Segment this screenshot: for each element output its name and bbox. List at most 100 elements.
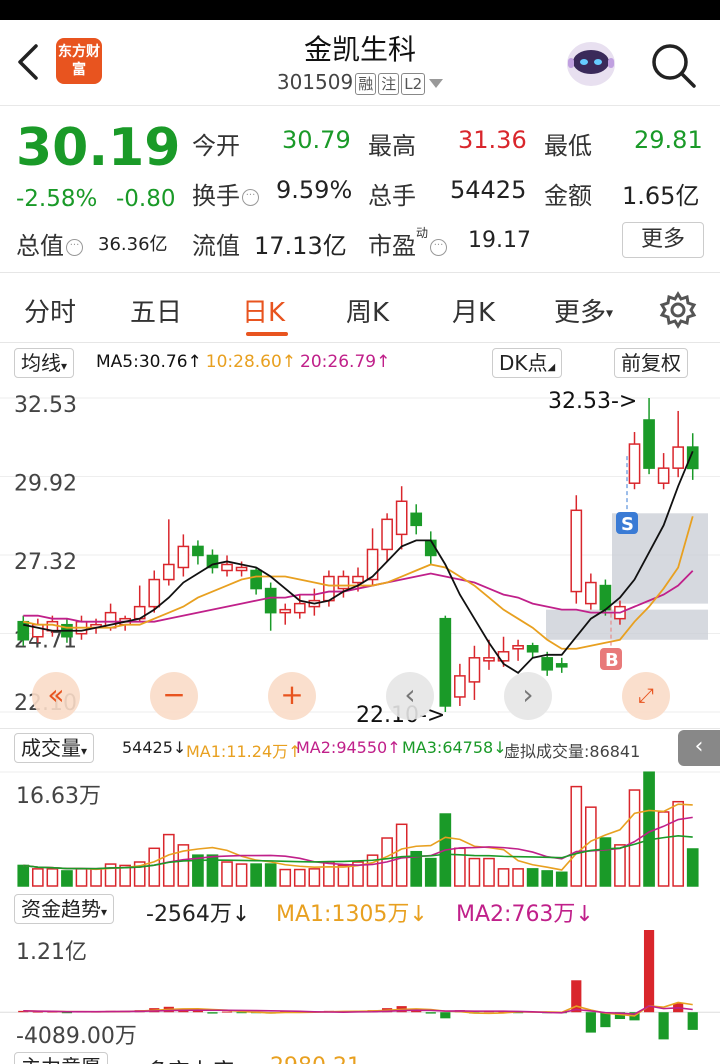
volume-bar	[279, 868, 292, 887]
kline-chart[interactable]: 32.5329.9227.3224.7122.1032.53->22.10->S…	[0, 384, 720, 728]
divider	[0, 342, 720, 343]
tab-five-day[interactable]: 五日	[130, 292, 182, 329]
candle-body	[264, 587, 277, 614]
scroll-right-button[interactable]: ›	[504, 672, 552, 720]
header: 东方财富 金凯生科 301509 融注 L2	[0, 20, 720, 106]
volume-bar	[657, 811, 670, 887]
divider	[0, 728, 720, 729]
fullscreen-button[interactable]: ⤢	[622, 672, 670, 720]
candle-body	[512, 645, 524, 650]
candle-body	[235, 566, 248, 572]
fund-indicator-select[interactable]: 资金趋势▾	[14, 894, 115, 924]
high-value: 31.36	[458, 126, 527, 154]
dk-point-button[interactable]: DK点◢	[492, 348, 563, 378]
corner-icon: ◢	[547, 362, 556, 373]
dk-zone	[546, 609, 708, 640]
tab-weekly-k[interactable]: 周K	[346, 292, 389, 329]
candle-body	[381, 518, 393, 551]
volume-indicator-select[interactable]: 成交量▾	[14, 733, 95, 763]
active-tab-indicator	[246, 332, 288, 336]
volume-bar	[293, 868, 306, 887]
tab-daily-k[interactable]: 日K	[242, 292, 285, 329]
tab-monthly-k[interactable]: 月K	[452, 292, 495, 329]
gear-icon[interactable]	[658, 290, 698, 330]
amount-value: 1.65亿	[622, 182, 700, 210]
volume-bar	[221, 861, 233, 887]
tab-intraday[interactable]: 分时	[24, 292, 76, 329]
change-amount: -0.80	[116, 186, 176, 212]
fund-bar	[207, 1012, 218, 1014]
volume-bar	[512, 868, 524, 887]
volume-chart	[0, 771, 720, 887]
adjust-button[interactable]: 前复权	[614, 348, 688, 378]
volume-bar	[162, 833, 175, 887]
zoom-out-button[interactable]: −	[150, 672, 198, 720]
mktcap-label-text: 总值	[16, 232, 64, 260]
turnover-label-text: 换手	[192, 182, 240, 210]
volume-bar	[250, 863, 262, 887]
ma10-value: 10:28.60↑	[205, 352, 297, 372]
caret-down-icon: ▾	[101, 905, 108, 919]
tab-more-label: 更多	[554, 298, 607, 328]
indicator-label: 均线	[21, 351, 61, 375]
fund-value: -2564万↓	[146, 902, 251, 927]
candle-body	[555, 663, 568, 668]
volume-bar	[264, 863, 277, 887]
turnover-value: 9.59%	[276, 176, 353, 204]
pe-label: 市盈动···	[368, 226, 448, 261]
volume-bar	[483, 857, 495, 887]
candle-body	[293, 602, 306, 614]
zoom-in-button[interactable]: +	[268, 672, 316, 720]
candle-body	[395, 500, 408, 536]
assistant-robot-icon[interactable]	[562, 36, 620, 90]
volume-y-top: 16.63万	[16, 784, 101, 809]
volume-label: 成交量	[21, 736, 81, 760]
fund-y-top: 1.21亿	[16, 940, 87, 965]
tag-registration: 注	[378, 73, 400, 95]
more-quote-button[interactable]: 更多	[622, 222, 704, 258]
mktcap-value: 36.36亿	[98, 234, 168, 255]
fund-label: 资金趋势	[21, 897, 101, 921]
main-intent-select[interactable]: 主力意愿	[14, 1052, 108, 1064]
y-tick-label: 27.32	[14, 550, 77, 575]
tag-margin: 融	[355, 73, 377, 95]
fund-ma1: MA1:1305万↓	[276, 902, 428, 927]
info-icon[interactable]: ···	[242, 188, 259, 206]
volume-bar	[570, 785, 583, 887]
y-tick-label: 32.53	[14, 393, 77, 418]
info-icon[interactable]: ···	[430, 238, 448, 256]
scroll-left-button[interactable]: ‹	[386, 672, 434, 720]
long-short-label: 多空力度	[146, 1054, 234, 1064]
low-value: 29.81	[634, 126, 703, 154]
floatcap-label: 流值	[192, 232, 240, 260]
candle-body	[454, 675, 466, 698]
candle-body	[192, 545, 204, 557]
volume-bar	[599, 837, 612, 887]
last-price: 30.19	[16, 118, 181, 178]
scroll-left-fast-button[interactable]: «	[32, 672, 80, 720]
info-icon[interactable]: ···	[66, 238, 83, 256]
search-icon[interactable]	[648, 40, 698, 90]
volume-bar	[308, 868, 321, 887]
candle-body	[526, 645, 539, 653]
candle-body	[483, 657, 495, 662]
candle-body	[279, 608, 292, 614]
fund-bar	[425, 1012, 436, 1014]
dk-label: DK点	[499, 351, 548, 375]
tab-more[interactable]: 更多▾	[554, 292, 613, 329]
collapse-panel-button[interactable]: ‹	[678, 730, 720, 766]
volume-bar	[17, 864, 30, 887]
candle-body	[17, 620, 30, 641]
volume-bar	[468, 857, 481, 887]
candle-body	[468, 657, 481, 683]
volume-bar	[555, 871, 568, 887]
candle-body	[672, 446, 685, 469]
low-label: 最低	[544, 132, 592, 160]
candle-body	[250, 569, 262, 590]
fund-bar	[221, 1011, 233, 1013]
candle-body	[337, 575, 350, 590]
volume-bar	[585, 806, 597, 887]
candle-body	[221, 563, 233, 572]
volume-bar	[323, 861, 335, 887]
indicator-select[interactable]: 均线▾	[14, 348, 75, 378]
